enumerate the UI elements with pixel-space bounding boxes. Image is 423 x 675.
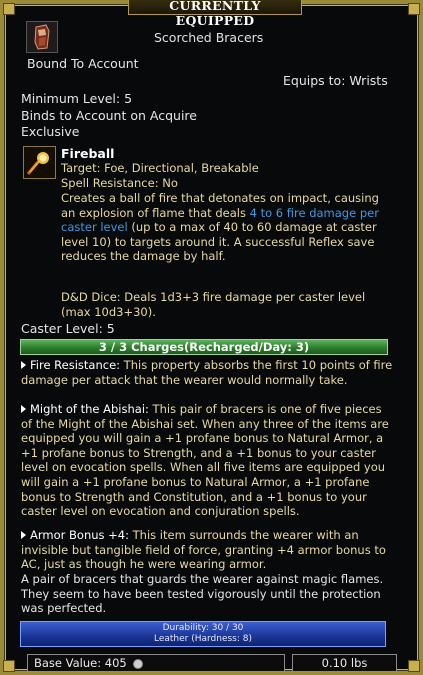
effect-label: Armor Bonus +4: [30, 528, 129, 542]
dnd-dice: D&D Dice: Deals 1d3+3 fire damage per ca… [61, 290, 366, 319]
coin-icon [132, 658, 143, 669]
frame-corner [408, 660, 420, 672]
spell-name: Fireball [61, 146, 115, 161]
weight-box: 0.10 lbs [292, 654, 397, 672]
durability-text: Durability: 30 / 30 [162, 623, 244, 633]
bullet-arrow-icon [21, 361, 26, 369]
binding-rule: Binds to Account on Acquire [21, 108, 197, 123]
effect-text: This pair of bracers is one of five piec… [21, 402, 389, 519]
bracers-icon [26, 21, 58, 53]
base-value-box: Base Value: 405 [27, 654, 285, 672]
base-value: Base Value: 405 [34, 656, 127, 670]
frame-corner [3, 3, 15, 15]
spell-description: Creates a ball of fire that detonates on… [61, 191, 396, 264]
durability-bar: Durability: 30 / 30 Leather (Hardness: 8… [20, 621, 386, 647]
item-name: Scorched Bracers [154, 30, 264, 45]
frame-corner [408, 3, 420, 15]
effect-label: Might of the Abishai: [30, 402, 149, 416]
item-weight: 0.10 lbs [321, 656, 368, 670]
bullet-arrow-icon [21, 405, 26, 413]
effect-fire-resistance: Fire Resistance: This property absorbs t… [21, 358, 393, 387]
window-title: CURRENTLY EQUIPPED [128, 0, 302, 28]
bound-status: Bound To Account [27, 56, 139, 71]
item-lore: A pair of bracers that guards the wearer… [21, 572, 384, 616]
fireball-icon [23, 146, 56, 179]
exclusive-flag: Exclusive [21, 124, 80, 139]
effect-label: Fire Resistance: [30, 358, 121, 372]
frame-corner [3, 660, 15, 672]
effect-might-of-abishai: Might of the Abishai: This pair of brace… [21, 402, 393, 519]
caster-level: Caster Level: 5 [21, 321, 115, 336]
material-text: Leather (Hardness: 8) [153, 634, 253, 644]
spell-resistance: Spell Resistance: No [61, 176, 178, 190]
charges-bar: 3 / 3 Charges(Recharged/Day: 3) [20, 339, 388, 355]
minimum-level: Minimum Level: 5 [21, 91, 133, 106]
equip-slot: Equips to: Wrists [283, 73, 388, 88]
bullet-arrow-icon [21, 531, 26, 539]
spell-target: Target: Foe, Directional, Breakable [61, 161, 259, 175]
effect-armor-bonus: Armor Bonus +4: This item surrounds the … [21, 528, 393, 572]
